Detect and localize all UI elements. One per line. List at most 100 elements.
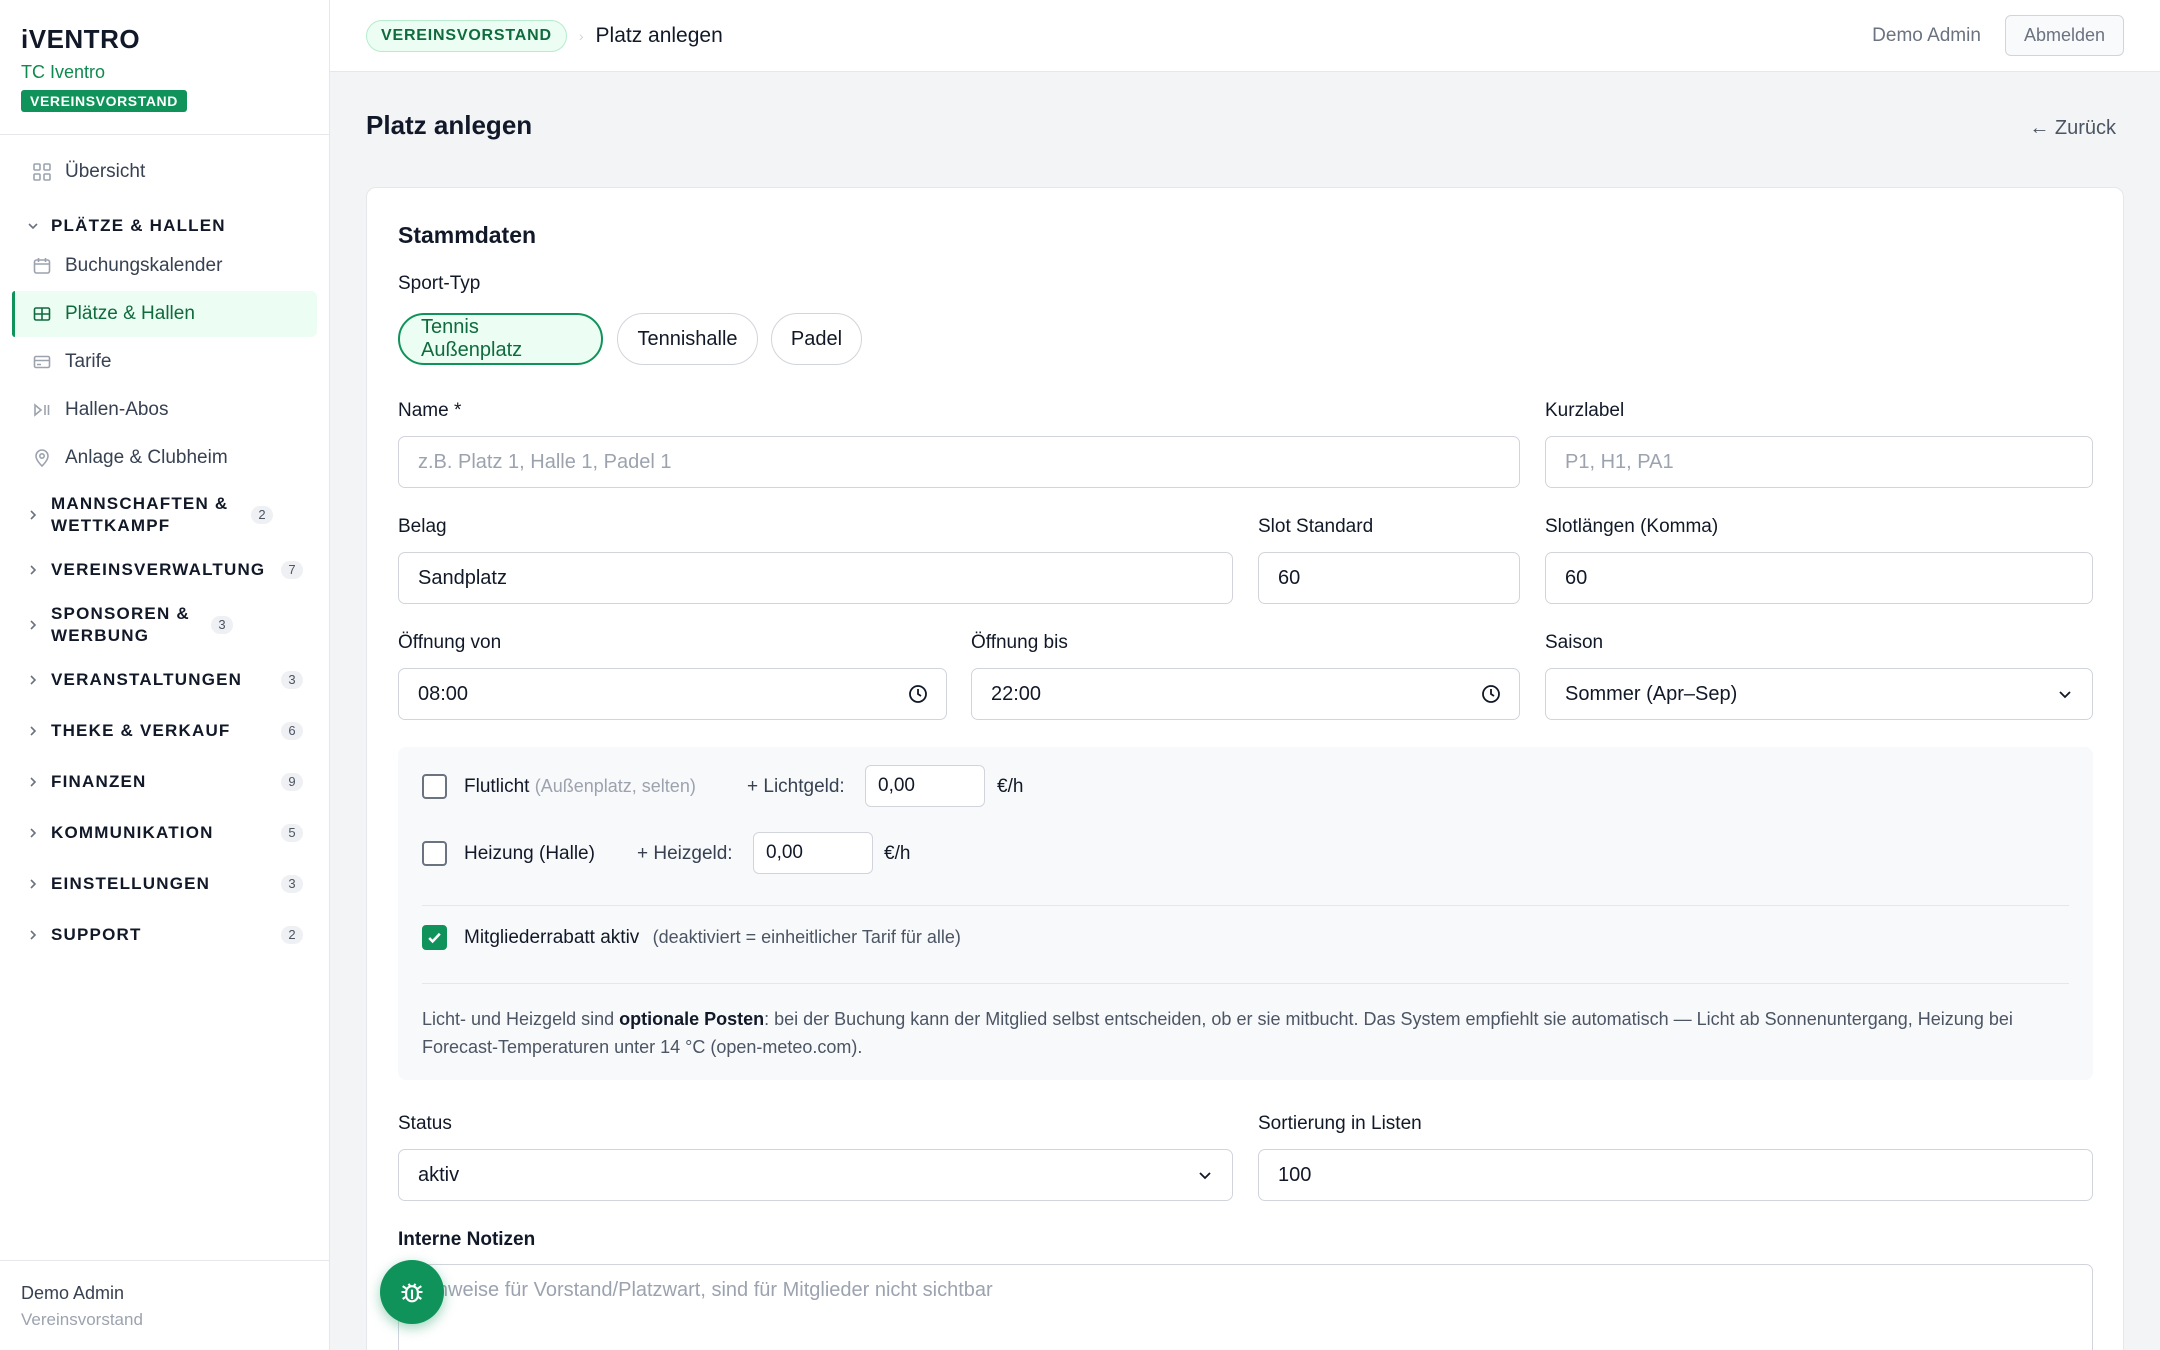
season-label: Saison bbox=[1545, 632, 1604, 653]
sidebar-item-label: Tarife bbox=[65, 351, 112, 372]
bug-icon bbox=[401, 1283, 423, 1303]
notes-label: Interne Notizen bbox=[398, 1229, 536, 1250]
light-fee-label: + Lichtgeld: bbox=[747, 776, 845, 797]
sport-type-tennis-outdoor[interactable]: Tennis Außenplatz bbox=[398, 313, 603, 365]
count-badge: 3 bbox=[281, 875, 303, 893]
bug-report-button[interactable] bbox=[380, 1260, 444, 1324]
sidebar-group-label: PLÄTZE & HALLEN bbox=[51, 216, 226, 235]
sidebar-item-overview[interactable]: Übersicht bbox=[12, 149, 317, 195]
table-icon bbox=[31, 303, 53, 325]
hint-prefix: Licht- und Heizgeld sind bbox=[422, 1009, 620, 1029]
chevron-right-icon bbox=[27, 674, 41, 686]
logout-button[interactable]: Abmelden bbox=[2004, 15, 2124, 56]
sidebar: iVENTRO TC Iventro VEREINSVORSTAND Übers… bbox=[0, 0, 330, 1350]
breadcrumb-current: Platz anlegen bbox=[595, 23, 723, 47]
notes-textarea[interactable]: Hinweise für Vorstand/Platzwart, sind fü… bbox=[398, 1264, 2093, 1350]
sidebar-item-booking-calendar[interactable]: Buchungskalender bbox=[12, 243, 317, 289]
status-value: aktiv bbox=[418, 1163, 460, 1186]
sidebar-group-sponsors[interactable]: SPONSOREN & WERBUNG 3 bbox=[12, 597, 317, 653]
heating-label: Heizung (Halle) bbox=[464, 843, 595, 864]
user-name: Demo Admin bbox=[21, 1283, 125, 1303]
sidebar-group-label: SPONSOREN & WERBUNG bbox=[51, 604, 190, 645]
open-to-input[interactable]: 22:00 bbox=[971, 668, 1520, 720]
slot-lengths-input[interactable]: 60 bbox=[1545, 552, 2093, 604]
breadcrumb-role-badge: VEREINSVORSTAND bbox=[366, 19, 567, 52]
extras-hint: Licht- und Heizgeld sind optionale Poste… bbox=[422, 1005, 2077, 1061]
sidebar-item-facility[interactable]: Anlage & Clubheim bbox=[12, 435, 317, 481]
count-badge: 5 bbox=[281, 824, 303, 842]
divider bbox=[422, 983, 2069, 984]
heating-fee-unit: €/h bbox=[884, 843, 911, 864]
count-badge: 3 bbox=[211, 616, 233, 634]
role-badge: VEREINSVORSTAND bbox=[21, 90, 187, 112]
surface-label: Belag bbox=[398, 516, 447, 537]
brand-block: iVENTRO TC Iventro VEREINSVORSTAND bbox=[0, 0, 329, 135]
sidebar-group-label: FINANZEN bbox=[51, 772, 147, 791]
chevron-right-icon bbox=[27, 878, 41, 890]
sidebar-group-label: SUPPORT bbox=[51, 925, 142, 944]
sidebar-group-teams[interactable]: MANNSCHAFTEN & WETTKAMPF 2 bbox=[12, 487, 317, 543]
sport-type-padel[interactable]: Padel bbox=[771, 313, 862, 365]
sidebar-group-plaetze[interactable]: PLÄTZE & HALLEN bbox=[12, 209, 317, 243]
play-pause-icon bbox=[31, 399, 53, 421]
floodlight-label-text: Flutlicht bbox=[464, 776, 530, 797]
member-discount-note: (deaktiviert = einheitlicher Tarif für a… bbox=[652, 927, 961, 947]
surface-input[interactable]: Sandplatz bbox=[398, 552, 1233, 604]
main-content: Platz anlegen ← Zurück Stammdaten Sport-… bbox=[330, 72, 2160, 1350]
chevron-right-icon bbox=[27, 725, 41, 737]
status-label: Status bbox=[398, 1113, 452, 1134]
short-label-input[interactable]: P1, H1, PA1 bbox=[1545, 436, 2093, 488]
clock-icon[interactable] bbox=[1481, 684, 1501, 704]
section-title: Stammdaten bbox=[398, 222, 537, 248]
sidebar-item-label: Übersicht bbox=[65, 161, 146, 182]
divider bbox=[422, 905, 2069, 906]
light-fee-input[interactable]: 0,00 bbox=[865, 765, 985, 807]
calendar-icon bbox=[31, 255, 53, 277]
count-badge: 2 bbox=[281, 926, 303, 944]
light-fee-unit: €/h bbox=[997, 776, 1024, 797]
sidebar-group-label: THEKE & VERKAUF bbox=[51, 721, 231, 740]
status-select[interactable]: aktiv bbox=[398, 1149, 1233, 1201]
heating-fee-label: + Heizgeld: bbox=[637, 843, 733, 864]
sidebar-item-hall-subs[interactable]: Hallen-Abos bbox=[12, 387, 317, 433]
form-card: Stammdaten Sport-Typ Tennis Außenplatz T… bbox=[366, 187, 2124, 1350]
name-input[interactable]: z.B. Platz 1, Halle 1, Padel 1 bbox=[398, 436, 1520, 488]
chevron-right-icon bbox=[27, 929, 41, 941]
heating-checkbox[interactable] bbox=[422, 841, 447, 866]
check-icon bbox=[428, 932, 441, 944]
floodlight-note: (Außenplatz, selten) bbox=[534, 776, 696, 796]
open-to-label: Öffnung bis bbox=[971, 632, 1068, 653]
slot-default-input[interactable]: 60 bbox=[1258, 552, 1520, 604]
sort-label: Sortierung in Listen bbox=[1258, 1113, 1422, 1134]
club-name: TC Iventro bbox=[21, 62, 106, 82]
sidebar-group-club-admin[interactable]: VEREINSVERWALTUNG 7 bbox=[12, 551, 317, 589]
sidebar-group-support[interactable]: SUPPORT 2 bbox=[12, 916, 317, 954]
chevron-down-icon bbox=[1196, 1166, 1214, 1184]
chevron-right-icon bbox=[27, 776, 41, 788]
chevron-right-icon bbox=[27, 619, 41, 631]
sidebar-group-settings[interactable]: EINSTELLUNGEN 3 bbox=[12, 865, 317, 903]
sport-type-tennis-hall[interactable]: Tennishalle bbox=[617, 313, 758, 365]
sort-input[interactable]: 100 bbox=[1258, 1149, 2093, 1201]
sidebar-group-events[interactable]: VERANSTALTUNGEN 3 bbox=[12, 661, 317, 699]
sidebar-group-label: KOMMUNIKATION bbox=[51, 823, 214, 842]
season-select[interactable]: Sommer (Apr–Sep) bbox=[1545, 668, 2093, 720]
sidebar-group-finance[interactable]: FINANZEN 9 bbox=[12, 763, 317, 801]
credit-card-icon bbox=[31, 351, 53, 373]
count-badge: 7 bbox=[281, 561, 303, 579]
member-discount-checkbox[interactable] bbox=[422, 925, 447, 950]
sidebar-item-courts-halls[interactable]: Plätze & Hallen bbox=[12, 291, 317, 337]
floodlight-label: Flutlicht (Außenplatz, selten) bbox=[464, 776, 696, 798]
sport-type-label: Sport-Typ bbox=[398, 273, 481, 294]
floodlight-checkbox[interactable] bbox=[422, 774, 447, 799]
sidebar-group-communication[interactable]: KOMMUNIKATION 5 bbox=[12, 814, 317, 852]
heating-fee-input[interactable]: 0,00 bbox=[753, 832, 873, 874]
extras-panel: Flutlicht (Außenplatz, selten) + Lichtge… bbox=[398, 747, 2093, 1080]
user-role: Vereinsvorstand bbox=[21, 1310, 143, 1329]
app-logo[interactable]: iVENTRO bbox=[21, 22, 308, 56]
open-from-input[interactable]: 08:00 bbox=[398, 668, 947, 720]
clock-icon[interactable] bbox=[908, 684, 928, 704]
sidebar-item-rates[interactable]: Tarife bbox=[12, 339, 317, 385]
sidebar-group-bar-sales[interactable]: THEKE & VERKAUF 6 bbox=[12, 712, 317, 750]
back-link[interactable]: ← Zurück bbox=[2029, 117, 2116, 140]
